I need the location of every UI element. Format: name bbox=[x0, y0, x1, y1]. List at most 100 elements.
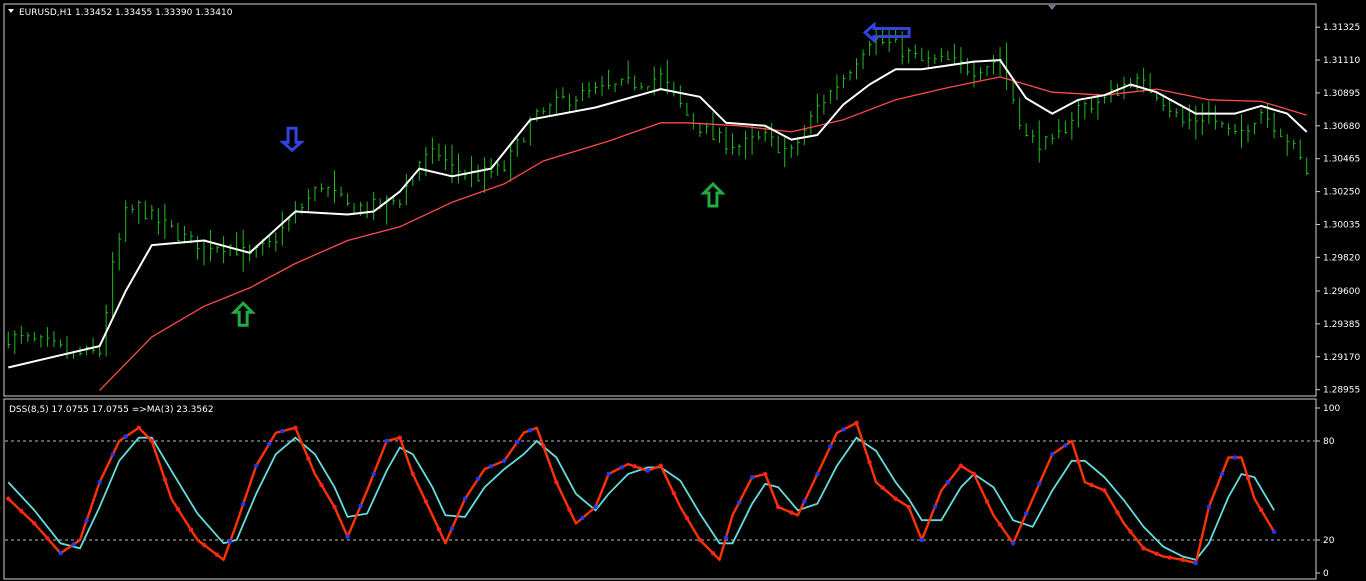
dss-dot bbox=[815, 471, 820, 477]
dss-dot bbox=[854, 420, 859, 426]
price-tick-label: 1.31325 bbox=[1323, 23, 1360, 33]
dss-dot bbox=[384, 438, 389, 444]
indicator-tick-label: 20 bbox=[1323, 536, 1335, 546]
dss-dot bbox=[1141, 546, 1146, 551]
dss-dot bbox=[1115, 510, 1120, 515]
dss-dot bbox=[162, 477, 168, 482]
dss-dot bbox=[32, 521, 37, 526]
dss-dot bbox=[110, 452, 115, 457]
dss-dot bbox=[710, 551, 716, 556]
dss-dot bbox=[984, 499, 990, 504]
price-tick-label: 1.29820 bbox=[1323, 253, 1360, 263]
dss-dot bbox=[541, 443, 546, 449]
dss-dot bbox=[802, 499, 807, 504]
dss-dot bbox=[1023, 511, 1029, 516]
dss-dot bbox=[280, 428, 285, 434]
dss-dot bbox=[945, 480, 951, 485]
dss-dot bbox=[201, 542, 207, 548]
dss-dot bbox=[1037, 481, 1042, 487]
dss-dot bbox=[1167, 555, 1172, 560]
dss-dot bbox=[293, 425, 298, 430]
dss-dot bbox=[254, 463, 259, 468]
dss-dot bbox=[671, 491, 677, 496]
indicator-tick-label: 80 bbox=[1323, 437, 1335, 447]
dss-dot bbox=[580, 515, 585, 521]
dss-dot bbox=[1154, 551, 1159, 556]
price-tick-label: 1.29600 bbox=[1323, 287, 1360, 297]
dss-dot bbox=[684, 515, 690, 521]
dss-dot bbox=[123, 434, 128, 439]
dss-dot bbox=[997, 522, 1003, 527]
price-tick-label: 1.28955 bbox=[1323, 386, 1360, 396]
dss-dot bbox=[45, 536, 50, 541]
dss-dot bbox=[789, 510, 794, 515]
dss-dot bbox=[58, 551, 63, 556]
price-pane-title: EURUSD,H1 1.33452 1.33455 1.33390 1.3341… bbox=[19, 8, 233, 18]
dss-dot bbox=[1050, 452, 1055, 457]
dss-dot bbox=[932, 504, 938, 510]
dss-dot bbox=[501, 458, 507, 463]
dss-dot bbox=[227, 539, 233, 544]
dss-dot bbox=[240, 502, 246, 507]
dss-dot bbox=[319, 482, 324, 488]
price-tick-label: 1.30250 bbox=[1323, 188, 1360, 198]
dss-dot bbox=[828, 444, 833, 449]
dss-dot bbox=[645, 468, 650, 473]
dss-dot bbox=[410, 471, 416, 477]
dss-dot bbox=[736, 500, 742, 505]
dss-dot bbox=[188, 527, 194, 532]
dss-dot bbox=[1010, 541, 1016, 546]
dss-dot bbox=[619, 465, 624, 470]
dss-dot bbox=[841, 427, 846, 432]
dss-dot bbox=[488, 464, 494, 469]
price-tick-label: 1.29385 bbox=[1323, 320, 1360, 330]
dss-dot bbox=[919, 537, 924, 543]
dss-dot bbox=[1232, 455, 1238, 460]
dss-dot bbox=[567, 507, 572, 512]
dss-dot bbox=[423, 499, 429, 504]
dss-dot bbox=[867, 460, 872, 465]
dss-dot bbox=[1128, 529, 1133, 534]
dss-dot bbox=[436, 527, 442, 532]
dss-dot bbox=[475, 476, 481, 482]
dss-dot bbox=[723, 535, 729, 540]
dss-dot bbox=[697, 537, 703, 543]
dss-dot bbox=[267, 441, 272, 446]
dss-dot bbox=[1245, 475, 1251, 481]
dss-dot bbox=[880, 485, 885, 490]
chart-background bbox=[0, 0, 1366, 581]
dss-dot bbox=[1193, 560, 1199, 566]
dss-dot bbox=[175, 506, 181, 512]
dss-dot bbox=[449, 526, 455, 531]
dss-dot bbox=[1063, 443, 1068, 448]
dss-dot bbox=[593, 504, 598, 510]
dss-dot bbox=[776, 504, 781, 510]
price-tick-label: 1.30465 bbox=[1323, 155, 1360, 165]
price-tick-label: 1.30895 bbox=[1323, 89, 1360, 99]
dss-dot bbox=[1102, 488, 1107, 493]
dss-dot bbox=[371, 471, 376, 477]
dss-dot bbox=[84, 518, 89, 523]
dss-dot bbox=[1271, 529, 1277, 534]
price-tick-label: 1.31110 bbox=[1323, 56, 1360, 66]
dss-dot bbox=[332, 504, 337, 510]
dss-dot bbox=[1219, 471, 1225, 477]
indicator-pane-title: DSS(8,5) 17.0755 17.0755 =>MA(3) 23.3562 bbox=[9, 405, 214, 415]
dss-dot bbox=[19, 508, 24, 514]
dss-dot bbox=[658, 463, 663, 468]
dss-dot bbox=[1089, 482, 1094, 488]
dss-dot bbox=[71, 542, 76, 547]
dss-dot bbox=[214, 552, 220, 558]
dss-dot bbox=[958, 463, 964, 468]
price-tick-label: 1.30680 bbox=[1323, 122, 1360, 132]
dss-dot bbox=[1206, 504, 1212, 510]
dss-dot bbox=[358, 503, 363, 509]
dss-dot bbox=[345, 534, 350, 539]
dss-dot bbox=[893, 496, 898, 501]
mt4-chart-window: 1.31325 1.31110 1.30895 1.30680 1.30465 1.302… bbox=[0, 0, 1366, 581]
dss-dot bbox=[632, 464, 637, 469]
dss-dot bbox=[554, 480, 559, 485]
dss-dot bbox=[1258, 507, 1264, 512]
dss-dot bbox=[1076, 459, 1081, 464]
dss-dot bbox=[971, 471, 977, 477]
